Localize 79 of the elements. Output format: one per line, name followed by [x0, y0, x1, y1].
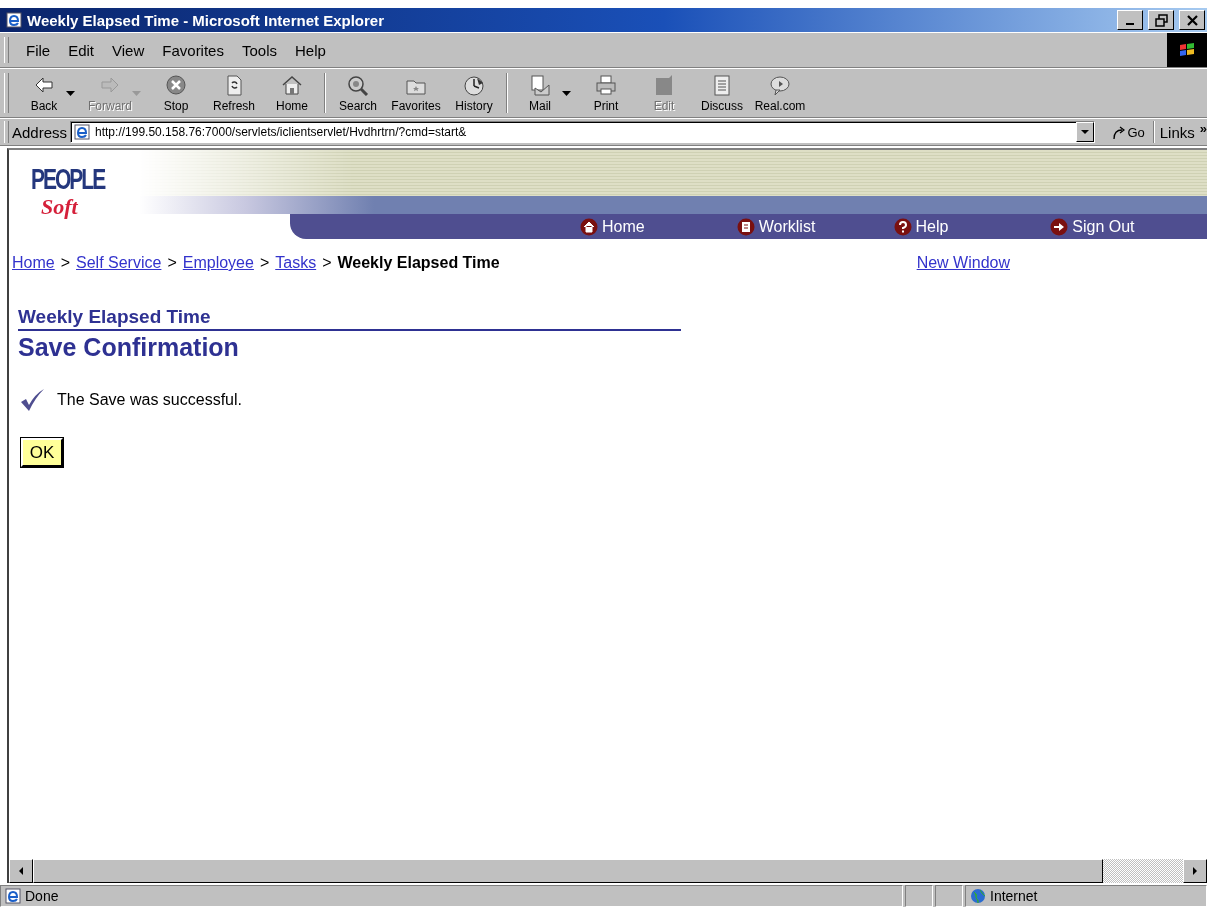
dropdown-caret-icon[interactable]: [561, 90, 571, 96]
breadcrumb-separator: >: [60, 254, 71, 272]
address-field[interactable]: http://199.50.158.76:7000/servlets/iclientservlet/Hvdhrtrn/?cmd=start&: [70, 121, 1096, 143]
home-icon: [280, 74, 304, 96]
menu-item[interactable]: View: [103, 39, 154, 61]
dropdown-button[interactable]: [1076, 122, 1095, 142]
browser-logo-icon: [6, 12, 22, 28]
toolbar-button[interactable]: Mail: [511, 71, 569, 115]
restore-button[interactable]: [1148, 10, 1174, 30]
search-icon: [346, 74, 370, 96]
minimize-icon: [1126, 23, 1134, 25]
toolbar-button[interactable]: Favorites: [387, 71, 445, 115]
question-mark-icon: [893, 217, 912, 236]
left-arrow-icon: [18, 867, 24, 875]
restore-icon: [1153, 12, 1169, 28]
clipboard-icon: [736, 217, 755, 236]
clock-icon: [462, 74, 486, 96]
section-title: Weekly Elapsed Time: [18, 305, 681, 331]
new-window-link[interactable]: New Window: [916, 254, 1010, 272]
go-button[interactable]: Go: [1103, 124, 1153, 140]
page-heading: Save Confirmation: [18, 333, 240, 362]
menu-item[interactable]: Tools: [232, 39, 286, 61]
breadcrumb-separator: >: [322, 254, 332, 272]
mail-icon: [528, 74, 552, 96]
toolbar-button[interactable]: Refresh: [205, 71, 263, 115]
breadcrumb-separator: >: [259, 254, 270, 272]
nav-link[interactable]: Worklist: [736, 214, 894, 239]
toolbar-button[interactable]: Real.com: [751, 71, 809, 115]
windows-logo-icon: [1167, 33, 1207, 67]
toolbar-button[interactable]: History: [445, 71, 503, 115]
nav-link[interactable]: Help: [893, 214, 1051, 239]
menu-item[interactable]: Edit: [59, 39, 104, 61]
caret-icon: [1081, 130, 1090, 134]
nav-link[interactable]: Sign Out: [1050, 214, 1207, 239]
status-text: Done: [25, 888, 59, 904]
toolbar-button[interactable]: Discuss: [693, 71, 751, 115]
breadcrumb-link[interactable]: Self Service: [76, 254, 162, 272]
printer-icon: [594, 74, 618, 96]
address-label: Address: [12, 123, 68, 141]
arrow-icon: [1111, 124, 1126, 140]
globe-icon: [970, 888, 986, 904]
logo-text: PEOPLE: [31, 162, 105, 196]
breadcrumb-link[interactable]: Home: [12, 254, 55, 272]
confirmation-message: The Save was successful.: [57, 391, 242, 409]
menu-item[interactable]: Favorites: [153, 39, 233, 61]
house-icon: [580, 217, 598, 236]
right-arrow-icon: [1192, 867, 1198, 875]
menu-item[interactable]: File: [17, 39, 60, 61]
nav-link[interactable]: Home: [580, 214, 737, 239]
window-title: Weekly Elapsed Time - Microsoft Internet Explorer: [27, 11, 386, 29]
scroll-left-button[interactable]: [9, 859, 33, 883]
arrow-right-icon: [1050, 217, 1069, 236]
menu-item[interactable]: Help: [286, 39, 335, 61]
close-icon: [1184, 12, 1200, 28]
status-panel: [935, 885, 963, 907]
breadcrumb-link[interactable]: Employee: [182, 254, 254, 272]
status-panel: [905, 885, 933, 907]
links-button[interactable]: Links: [1159, 123, 1195, 141]
checkmark-icon: [20, 388, 45, 412]
close-button[interactable]: [1179, 10, 1205, 30]
stop-icon: [164, 74, 188, 96]
ok-button[interactable]: OK: [21, 438, 63, 467]
speech-bubble-icon: [768, 74, 792, 96]
more-chevron[interactable]: »: [1199, 121, 1207, 136]
dropdown-caret-icon[interactable]: [65, 90, 75, 96]
page-icon: [74, 124, 91, 140]
toolbar-button[interactable]: Home: [263, 71, 321, 115]
toolbar-button[interactable]: Stop: [147, 71, 205, 115]
scroll-right-button[interactable]: [1183, 859, 1207, 883]
page-icon: [5, 888, 21, 904]
breadcrumb-separator: >: [167, 254, 177, 272]
breadcrumb-link[interactable]: Tasks: [275, 254, 317, 272]
breadcrumb-current: Weekly Elapsed Time: [337, 254, 500, 272]
zone-label: Internet: [990, 888, 1038, 904]
toolbar-button[interactable]: Back: [15, 71, 73, 115]
toolbar-button[interactable]: Print: [577, 71, 635, 115]
toolbar-button[interactable]: Search: [329, 71, 387, 115]
logo-text: Soft: [41, 194, 78, 220]
minimize-button[interactable]: [1117, 10, 1143, 30]
